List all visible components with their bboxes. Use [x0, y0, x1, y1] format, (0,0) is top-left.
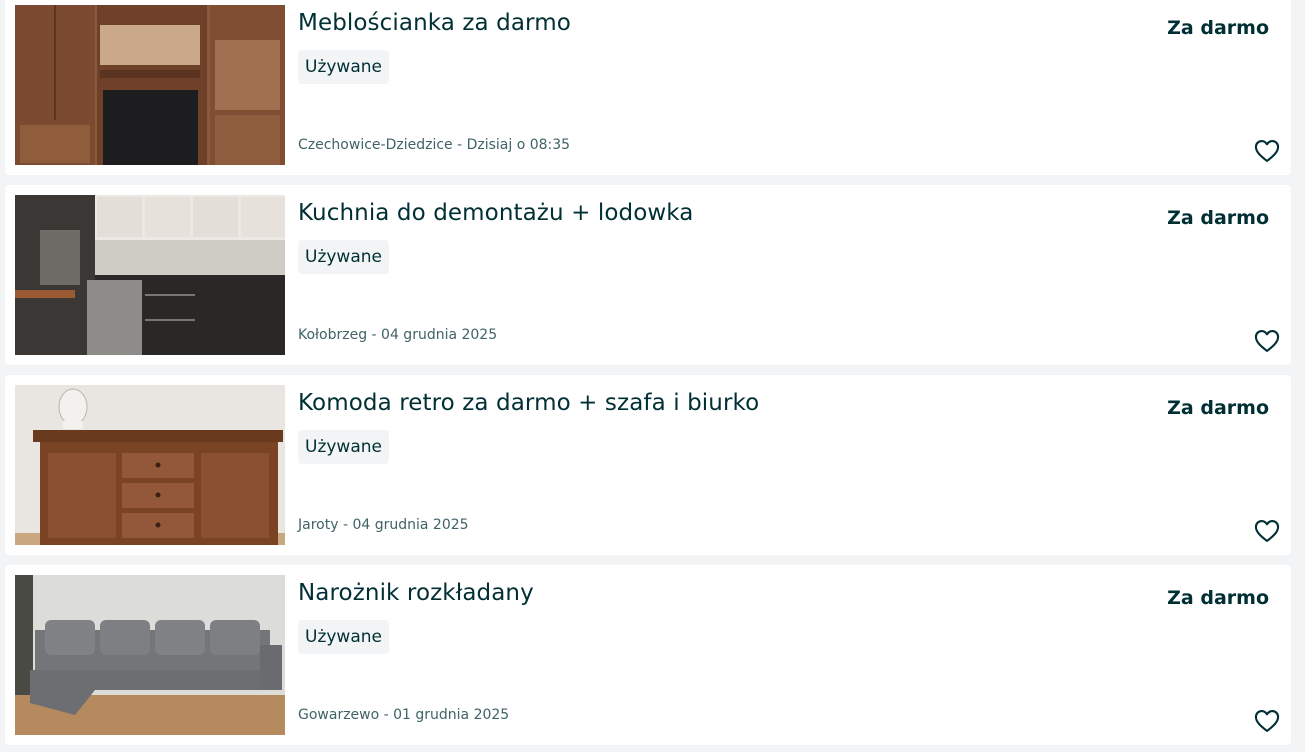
listing-card[interactable]: Meblościanka za darmo Używane Czechowice… [5, 0, 1291, 175]
wall-unit-photo [15, 5, 285, 165]
condition-badge: Używane [298, 50, 389, 84]
listing-photo[interactable] [15, 195, 285, 355]
condition-badge: Używane [298, 430, 389, 464]
listing-price: Za darmo [1167, 587, 1269, 609]
condition-badge: Używane [298, 620, 389, 654]
heart-outline-icon [1254, 710, 1280, 732]
listing-list: Meblościanka za darmo Używane Czechowice… [0, 0, 1305, 752]
location-date: Jaroty - 04 grudnia 2025 [298, 517, 469, 533]
favorite-button[interactable] [1253, 137, 1281, 165]
listing-photo[interactable] [15, 385, 285, 545]
favorite-button[interactable] [1253, 707, 1281, 735]
listing-title[interactable]: Meblościanka za darmo [298, 10, 571, 36]
listing-title[interactable]: Narożnik rozkładany [298, 580, 534, 606]
listing-card[interactable]: Narożnik rozkładany Używane Gowarzewo - … [5, 565, 1291, 745]
favorite-button[interactable] [1253, 517, 1281, 545]
listing-title[interactable]: Kuchnia do demontażu + lodowka [298, 200, 694, 226]
listing-price: Za darmo [1167, 17, 1269, 39]
listing-card[interactable]: Komoda retro za darmo + szafa i biurko U… [5, 375, 1291, 555]
listing-card[interactable]: Kuchnia do demontażu + lodowka Używane K… [5, 185, 1291, 365]
heart-outline-icon [1254, 140, 1280, 162]
listing-title[interactable]: Komoda retro za darmo + szafa i biurko [298, 390, 759, 416]
listing-photo[interactable] [15, 575, 285, 735]
sofa-photo [15, 575, 285, 735]
heart-outline-icon [1254, 520, 1280, 542]
dresser-photo [15, 385, 285, 545]
listing-price: Za darmo [1167, 397, 1269, 419]
listing-price: Za darmo [1167, 207, 1269, 229]
listing-photo[interactable] [15, 5, 285, 165]
location-date: Kołobrzeg - 04 grudnia 2025 [298, 327, 498, 343]
heart-outline-icon [1254, 330, 1280, 352]
condition-badge: Używane [298, 240, 389, 274]
kitchen-photo [15, 195, 285, 355]
favorite-button[interactable] [1253, 327, 1281, 355]
location-date: Gowarzewo - 01 grudnia 2025 [298, 707, 510, 723]
location-date: Czechowice-Dziedzice - Dzisiaj o 08:35 [298, 137, 571, 153]
